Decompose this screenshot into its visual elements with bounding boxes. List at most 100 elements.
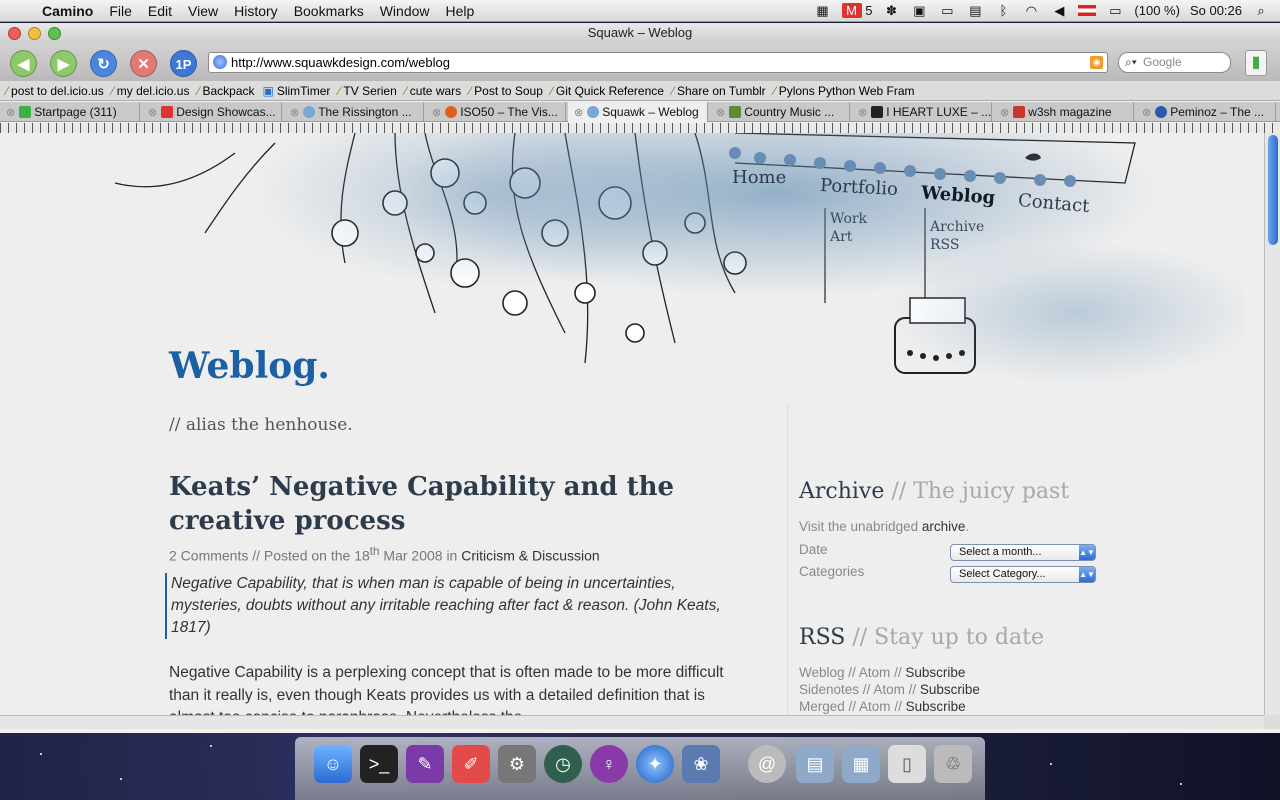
bookmark-item[interactable]: ⁄ Backpack [197,84,254,98]
tab-iso50[interactable]: ⊗ ISO50 – The Vis... [426,102,566,122]
mail-icon[interactable]: @ [748,745,786,783]
flag-icon[interactable] [1078,5,1097,16]
wifi-icon[interactable]: ◠ [1022,3,1040,19]
close-tab-icon[interactable]: ⊗ [432,107,441,119]
close-tab-icon[interactable]: ⊗ [574,107,583,119]
menu-help[interactable]: Help [438,0,483,22]
close-tab-icon[interactable]: ⊗ [858,107,867,119]
bookmark-item[interactable]: ⁄ Git Quick Reference [551,84,664,98]
safari-icon[interactable]: ✦ [636,745,674,783]
menu-window[interactable]: Window [372,0,438,22]
feed-sep: // [844,699,860,714]
tab-country-music[interactable]: ⊗ Country Music ... [710,102,850,122]
reload-button[interactable]: ↻ [90,50,117,77]
tab-squawk-weblog[interactable]: ⊗ Squawk – Weblog [568,102,708,122]
tab-favicon [729,106,742,118]
rss-row-sidenotes: Sidenotes // Atom // Subscribe [799,682,980,697]
system-preferences-icon[interactable]: ⚙ [498,745,536,783]
feed-name[interactable]: Weblog [799,665,845,680]
close-tab-icon[interactable]: ⊗ [290,107,299,119]
tab-w3sh[interactable]: ⊗ w3sh magazine [994,102,1134,122]
folder-icon[interactable]: ▤ [796,745,834,783]
menu-bookmarks[interactable]: Bookmarks [286,0,372,22]
bookmark-item[interactable]: ⁄ TV Serien [338,84,396,98]
tab-i-heart-luxe[interactable]: ⊗ I HEART LUXE – ... [852,102,992,122]
menu-view[interactable]: View [180,0,226,22]
feed-name[interactable]: Merged [799,699,845,714]
search-field[interactable]: ⌕▾ Google [1118,52,1231,73]
bookmark-leaf-icon: ⁄ [338,83,341,98]
bookmark-item[interactable]: ⁄ my del.icio.us [112,84,190,98]
subscribe-link[interactable]: Subscribe [920,682,980,697]
forward-button[interactable]: ▶ [50,50,77,77]
close-tab-icon[interactable]: ⊗ [1142,107,1151,119]
movies-folder-icon[interactable]: ▦ [842,745,880,783]
app-menu[interactable]: Camino [34,0,101,22]
subscribe-link[interactable]: Subscribe [905,665,965,680]
documents-icon[interactable]: ▯ [888,745,926,783]
post-title[interactable]: Keats’ Negative Capability and the creat… [169,470,729,538]
display-icon[interactable]: ▭ [938,3,956,19]
trash-icon[interactable]: ♲ [934,745,972,783]
subscribe-link[interactable]: Subscribe [906,699,966,714]
adium-icon[interactable]: ♀ [590,745,628,783]
tab-design-showcase[interactable]: ⊗ Design Showcas... [142,102,282,122]
keyboard-icon[interactable]: ▤ [966,3,984,19]
paw-icon[interactable]: ✽ [882,3,900,19]
app-status-icon[interactable]: ▣ [910,3,928,19]
url-bar[interactable]: http://www.squawkdesign.com/weblog [208,52,1108,73]
bookmark-item[interactable]: ⁄ Share on Tumblr [672,84,766,98]
tab-peminoz[interactable]: ⊗ Peminoz – The ... [1136,102,1276,122]
atom-link[interactable]: Atom [859,665,891,680]
close-window-button[interactable] [8,27,21,40]
battery-icon[interactable]: ▭ [1106,3,1124,19]
bluetooth-icon[interactable]: ᛒ [994,3,1012,18]
time-machine-icon[interactable]: ◷ [544,745,582,783]
horizontal-scrollbar[interactable] [0,715,1264,729]
finder-icon[interactable]: ☺ [314,745,352,783]
archive-link[interactable]: archive [922,519,966,534]
feed-name[interactable]: Sidenotes [799,682,859,697]
terminal-icon[interactable]: >_ [360,745,398,783]
battery-percent[interactable]: (100 %) [1134,3,1180,18]
bookmark-item[interactable]: ⁄ Pylons Python Web Fram [774,84,915,98]
category-select[interactable]: Select Category... ▲▼ [950,566,1096,583]
css-edit-icon[interactable]: ✐ [452,745,490,783]
category-link[interactable]: Criticism & Discussion [461,548,599,564]
month-select[interactable]: Select a month... ▲▼ [950,544,1096,561]
bookmark-item[interactable]: ▣ SlimTimer [263,84,331,98]
scrollbar-thumb[interactable] [1268,135,1278,245]
close-tab-icon[interactable]: ⊗ [6,107,15,119]
zoom-window-button[interactable] [48,27,61,40]
clock[interactable]: So 00:26 [1190,3,1242,18]
vertical-scrollbar[interactable] [1264,133,1280,715]
bookmark-item[interactable]: ⁄ post to del.icio.us [6,84,104,98]
apple-menu[interactable] [0,0,34,22]
iphoto-icon[interactable]: ❀ [682,745,720,783]
bookmark-item[interactable]: ⁄ cute wars [405,84,461,98]
comments-link[interactable]: 2 Comments [169,548,248,564]
spotlight-icon[interactable]: ⌕ [1252,3,1270,19]
stop-button[interactable]: ✕ [130,50,157,77]
menu-file[interactable]: File [101,0,140,22]
back-button[interactable]: ◀ [10,50,37,77]
tab-startpage[interactable]: ⊗ Startpage (311) [0,102,140,122]
tab-rissington[interactable]: ⊗ The Rissington ... [284,102,424,122]
coda-icon[interactable]: ✎ [406,745,444,783]
menu-history[interactable]: History [226,0,286,22]
menu-edit[interactable]: Edit [140,0,180,22]
onepassword-button[interactable]: 1P [170,50,197,77]
atom-link[interactable]: Atom [873,682,905,697]
bookmark-sidebar-button[interactable]: ▮ [1245,50,1267,76]
resize-corner[interactable] [1264,715,1280,729]
atom-link[interactable]: Atom [859,699,891,714]
calendar-icon[interactable]: ▦ [814,3,832,19]
volume-icon[interactable]: ◀ [1050,3,1068,19]
mail-status[interactable]: M 5 [841,3,872,18]
bookmark-item[interactable]: ⁄ Post to Soup [469,84,543,98]
close-tab-icon[interactable]: ⊗ [148,107,157,119]
minimize-window-button[interactable] [28,27,41,40]
rss-feed-icon[interactable]: ◉ [1090,56,1103,69]
close-tab-icon[interactable]: ⊗ [1000,107,1009,119]
close-tab-icon[interactable]: ⊗ [716,107,725,119]
